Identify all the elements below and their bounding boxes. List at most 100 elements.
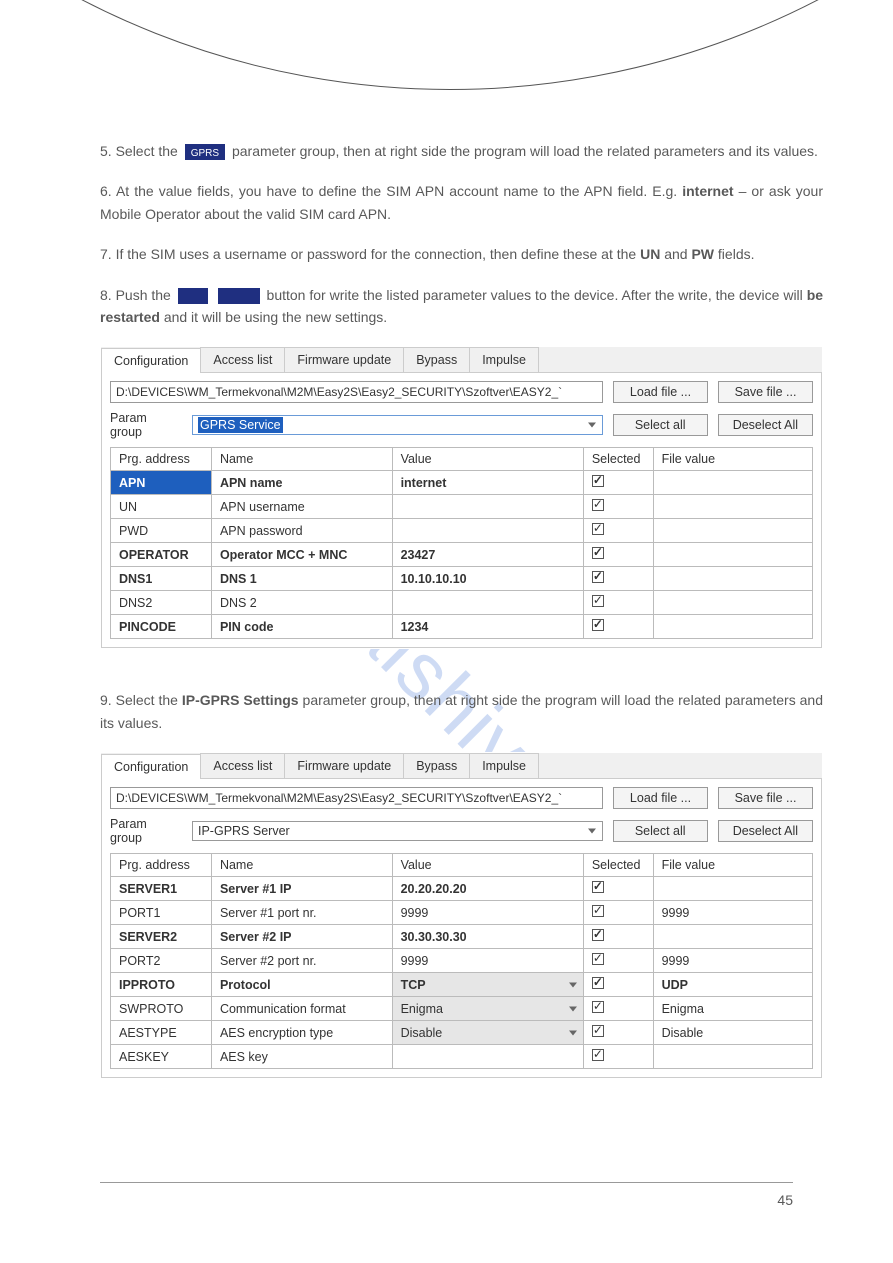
tab-access-list[interactable]: Access list <box>200 753 285 778</box>
col-value[interactable]: Value <box>392 854 583 877</box>
cell-value[interactable] <box>392 1045 583 1069</box>
cell-address[interactable]: OPERATOR <box>111 543 212 567</box>
tab-impulse[interactable]: Impulse <box>469 753 539 778</box>
tab-firmware-update[interactable]: Firmware update <box>284 347 404 372</box>
cell-address[interactable]: PWD <box>111 519 212 543</box>
cell-selected[interactable] <box>583 495 653 519</box>
file-path-input[interactable]: D:\DEVICES\WM_Termekvonal\M2M\Easy2S\Eas… <box>110 787 603 809</box>
checkbox[interactable] <box>592 953 604 965</box>
cell-value[interactable]: 10.10.10.10 <box>392 567 583 591</box>
checkbox[interactable] <box>592 929 604 941</box>
cell-address[interactable]: DNS2 <box>111 591 212 615</box>
cell-value[interactable]: internet <box>392 471 583 495</box>
checkbox[interactable] <box>592 595 604 607</box>
cell-address[interactable]: SWPROTO <box>111 997 212 1021</box>
col-file-value[interactable]: File value <box>653 854 812 877</box>
checkbox[interactable] <box>592 1025 604 1037</box>
cell-value[interactable]: 23427 <box>392 543 583 567</box>
tab-configuration[interactable]: Configuration <box>101 754 201 779</box>
cell-address[interactable]: APN <box>111 471 212 495</box>
cell-value[interactable]: TCP <box>392 973 583 997</box>
deselect-all-button[interactable]: Deselect All <box>718 414 813 436</box>
cell-selected[interactable] <box>583 543 653 567</box>
table-row[interactable]: DNS1DNS 110.10.10.10 <box>111 567 813 591</box>
file-path-input[interactable]: D:\DEVICES\WM_Termekvonal\M2M\Easy2S\Eas… <box>110 381 603 403</box>
cell-address[interactable]: DNS1 <box>111 567 212 591</box>
checkbox[interactable] <box>592 475 604 487</box>
checkbox[interactable] <box>592 499 604 511</box>
select-all-button[interactable]: Select all <box>613 414 708 436</box>
cell-selected[interactable] <box>583 1021 653 1045</box>
cell-value[interactable]: 30.30.30.30 <box>392 925 583 949</box>
col-prg-address[interactable]: Prg. address <box>111 448 212 471</box>
table-row[interactable]: PINCODEPIN code1234 <box>111 615 813 639</box>
tab-impulse[interactable]: Impulse <box>469 347 539 372</box>
cell-selected[interactable] <box>583 997 653 1021</box>
tab-firmware-update[interactable]: Firmware update <box>284 753 404 778</box>
cell-selected[interactable] <box>583 925 653 949</box>
cell-value[interactable]: 1234 <box>392 615 583 639</box>
load-file-button[interactable]: Load file ... <box>613 787 708 809</box>
table-row[interactable]: PORT2Server #2 port nr.99999999 <box>111 949 813 973</box>
param-group-select[interactable]: IP-GPRS Server <box>192 821 603 841</box>
cell-value[interactable] <box>392 591 583 615</box>
save-file-button[interactable]: Save file ... <box>718 381 813 403</box>
table-row[interactable]: APNAPN nameinternet <box>111 471 813 495</box>
checkbox[interactable] <box>592 905 604 917</box>
table-row[interactable]: IPPROTOProtocolTCPUDP <box>111 973 813 997</box>
cell-value[interactable] <box>392 519 583 543</box>
cell-selected[interactable] <box>583 591 653 615</box>
table-row[interactable]: SWPROTOCommunication formatEnigmaEnigma <box>111 997 813 1021</box>
cell-value[interactable]: 9999 <box>392 949 583 973</box>
col-file-value[interactable]: File value <box>653 448 812 471</box>
cell-address[interactable]: UN <box>111 495 212 519</box>
cell-selected[interactable] <box>583 615 653 639</box>
cell-selected[interactable] <box>583 901 653 925</box>
cell-address[interactable]: IPPROTO <box>111 973 212 997</box>
checkbox[interactable] <box>592 1001 604 1013</box>
cell-value[interactable]: 20.20.20.20 <box>392 877 583 901</box>
table-row[interactable]: PWDAPN password <box>111 519 813 543</box>
cell-value[interactable] <box>392 495 583 519</box>
checkbox[interactable] <box>592 1049 604 1061</box>
load-file-button[interactable]: Load file ... <box>613 381 708 403</box>
table-row[interactable]: AESTYPEAES encryption typeDisableDisable <box>111 1021 813 1045</box>
col-prg-address[interactable]: Prg. address <box>111 854 212 877</box>
cell-selected[interactable] <box>583 471 653 495</box>
cell-selected[interactable] <box>583 519 653 543</box>
checkbox[interactable] <box>592 571 604 583</box>
cell-selected[interactable] <box>583 1045 653 1069</box>
col-selected[interactable]: Selected <box>583 448 653 471</box>
table-row[interactable]: DNS2DNS 2 <box>111 591 813 615</box>
cell-address[interactable]: AESKEY <box>111 1045 212 1069</box>
cell-selected[interactable] <box>583 973 653 997</box>
tab-configuration[interactable]: Configuration <box>101 348 201 373</box>
checkbox[interactable] <box>592 977 604 989</box>
cell-address[interactable]: PORT1 <box>111 901 212 925</box>
table-row[interactable]: SERVER1Server #1 IP20.20.20.20 <box>111 877 813 901</box>
col-value[interactable]: Value <box>392 448 583 471</box>
col-name[interactable]: Name <box>211 448 392 471</box>
checkbox[interactable] <box>592 881 604 893</box>
deselect-all-button[interactable]: Deselect All <box>718 820 813 842</box>
cell-selected[interactable] <box>583 877 653 901</box>
cell-address[interactable]: SERVER1 <box>111 877 212 901</box>
tab-bypass[interactable]: Bypass <box>403 347 470 372</box>
table-row[interactable]: UNAPN username <box>111 495 813 519</box>
select-all-button[interactable]: Select all <box>613 820 708 842</box>
cell-address[interactable]: AESTYPE <box>111 1021 212 1045</box>
cell-value[interactable]: Disable <box>392 1021 583 1045</box>
checkbox[interactable] <box>592 619 604 631</box>
table-row[interactable]: OPERATOROperator MCC + MNC23427 <box>111 543 813 567</box>
tab-access-list[interactable]: Access list <box>200 347 285 372</box>
tab-bypass[interactable]: Bypass <box>403 753 470 778</box>
col-selected[interactable]: Selected <box>583 854 653 877</box>
col-name[interactable]: Name <box>211 854 392 877</box>
save-file-button[interactable]: Save file ... <box>718 787 813 809</box>
cell-address[interactable]: PORT2 <box>111 949 212 973</box>
cell-address[interactable]: SERVER2 <box>111 925 212 949</box>
cell-address[interactable]: PINCODE <box>111 615 212 639</box>
table-row[interactable]: AESKEYAES key <box>111 1045 813 1069</box>
param-group-select[interactable]: GPRS Service <box>192 415 603 435</box>
table-row[interactable]: PORT1Server #1 port nr.99999999 <box>111 901 813 925</box>
